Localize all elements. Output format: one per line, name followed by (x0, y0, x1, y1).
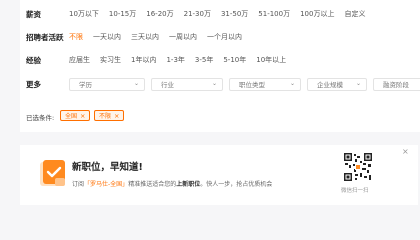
banner-title: 新职位，早知道! (72, 162, 143, 173)
recruiter-active-option[interactable]: 三天以内 (131, 32, 159, 42)
chip-label: 不限 (99, 113, 112, 120)
salary-filter-row: 薪资 10万以下 10-15万 16-20万 21-30万 31-50万 51-100万 1… (20, 6, 420, 22)
chevron-down-icon: ⌄ (211, 80, 217, 87)
job-type-dropdown-label: 职位类型 (239, 81, 265, 89)
experience-option[interactable]: 1年以内 (131, 55, 156, 65)
experience-options: 应届生 实习生 1年以内 1-3年 3-5年 5-10年 10年以上 (69, 55, 296, 65)
salary-option[interactable]: 16-20万 (146, 9, 173, 19)
recruiter-active-options: 不限 一天以内 三天以内 一周以内 一个月以内 (69, 32, 252, 42)
salary-option[interactable]: 51-100万 (258, 9, 290, 19)
qr-code-icon (343, 152, 373, 182)
selected-chip-active[interactable]: 不限 × (94, 110, 125, 121)
recruiter-active-filter-row: 招聘者活跃 不限 一天以内 三天以内 一周以内 一个月以内 (20, 29, 420, 45)
chevron-down-icon: ⌄ (133, 80, 139, 87)
experience-filter-row: 经验 应届生 实习生 1年以内 1-3年 3-5年 5-10年 10年以上 (20, 52, 420, 68)
experience-option[interactable]: 5-10年 (223, 55, 246, 65)
banner-desc-suffix: 。快人一步，抢占优质机会 (200, 181, 273, 188)
chevron-down-icon: ⌄ (355, 80, 361, 87)
industry-dropdown-label: 行业 (161, 81, 174, 89)
experience-option[interactable]: 3-5年 (195, 55, 213, 65)
remove-chip-icon[interactable]: × (80, 112, 85, 120)
salary-option[interactable]: 10万以下 (69, 9, 99, 19)
job-type-dropdown[interactable]: 职位类型 ⌄ (229, 77, 301, 91)
selected-chip-region[interactable]: 全国 × (60, 110, 91, 121)
banner-description: 订阅「罗马仕-全国」精准推送适合您的上新职位。快人一步，抢占优质机会 (72, 179, 272, 188)
remove-chip-icon[interactable]: × (114, 112, 119, 120)
education-dropdown-label: 学历 (79, 81, 92, 89)
banner-desc-middle: 精准推送适合您的 (128, 181, 177, 188)
funding-stage-dropdown[interactable]: 融资阶段 ⌄ (373, 77, 420, 91)
chip-label: 全国 (65, 113, 78, 120)
recruiter-active-option[interactable]: 一天以内 (93, 32, 121, 42)
industry-dropdown[interactable]: 行业 ⌄ (151, 77, 223, 91)
experience-option[interactable]: 10年以上 (256, 55, 286, 65)
qr-caption: 微信扫一扫 (341, 188, 369, 194)
funding-stage-dropdown-label: 融资阶段 (383, 81, 409, 89)
experience-option[interactable]: 实习生 (100, 55, 121, 65)
experience-option[interactable]: 应届生 (69, 55, 90, 65)
company-size-dropdown-label: 企业规模 (317, 81, 343, 89)
salary-options: 10万以下 10-15万 16-20万 21-30万 31-50万 51-100万 100万… (69, 9, 375, 19)
company-size-dropdown[interactable]: 企业规模 ⌄ (307, 77, 367, 91)
banner-desc-prefix: 订阅 (72, 181, 85, 188)
salary-option[interactable]: 100万以上 (300, 9, 334, 19)
more-dropdowns: 学历 ⌄ 行业 ⌄ 职位类型 ⌄ 企业规模 ⌄ 融资阶段 ⌄ (69, 77, 420, 91)
banner-desc-highlight: 「罗马仕-全国」 (84, 181, 129, 188)
recruiter-active-option[interactable]: 一个月以内 (207, 32, 242, 42)
education-dropdown[interactable]: 学历 ⌄ (69, 77, 145, 91)
recruiter-active-option[interactable]: 一周以内 (169, 32, 197, 42)
chevron-down-icon: ⌄ (289, 80, 295, 87)
more-filter-row: 更多 学历 ⌄ 行业 ⌄ 职位类型 ⌄ 企业规模 ⌄ 融资阶段 ⌄ (20, 76, 420, 92)
recruiter-active-option[interactable]: 不限 (69, 32, 83, 42)
bell-document-icon (40, 160, 65, 186)
close-banner-icon[interactable]: × (402, 147, 409, 156)
banner-desc-bold: 上新职位 (176, 181, 201, 188)
experience-option[interactable]: 1-3年 (166, 55, 184, 65)
salary-option[interactable]: 21-30万 (184, 9, 211, 19)
salary-option[interactable]: 自定义 (344, 9, 365, 19)
salary-option[interactable]: 10-15万 (109, 9, 136, 19)
selected-conditions-label: 已选条件: (26, 114, 55, 122)
salary-option[interactable]: 31-50万 (221, 9, 248, 19)
